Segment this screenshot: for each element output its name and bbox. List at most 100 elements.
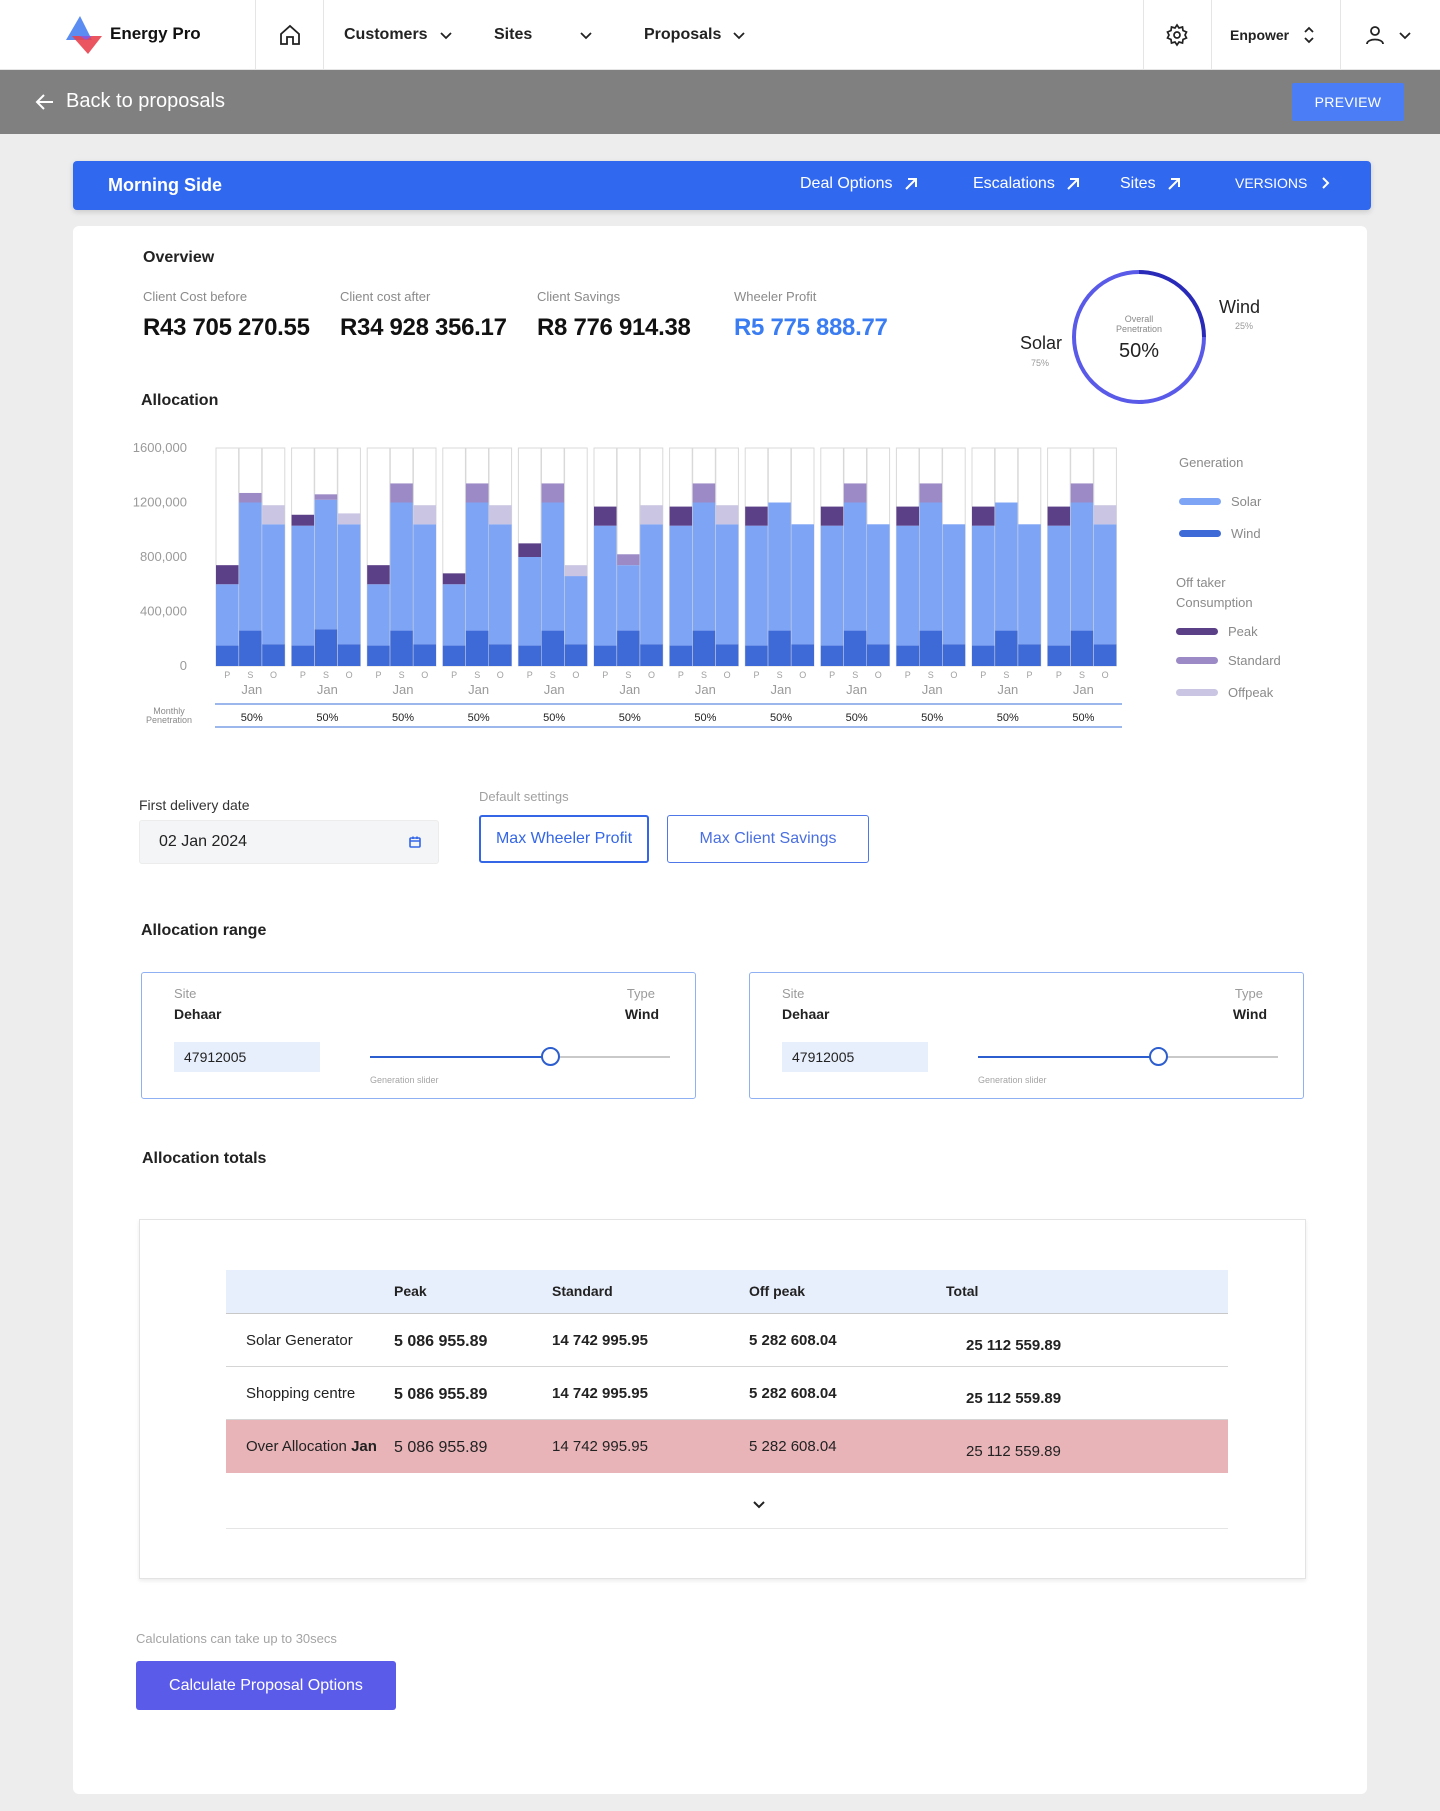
monthly-penetration-value: 50% xyxy=(241,712,263,724)
slider-thumb[interactable] xyxy=(1149,1047,1168,1066)
max-wheeler-profit-button[interactable]: Max Wheeler Profit xyxy=(479,815,649,863)
nav-sites[interactable]: Sites xyxy=(494,23,594,47)
generation-slider[interactable] xyxy=(978,1047,1278,1066)
home-button[interactable] xyxy=(272,20,308,50)
nav-proposals[interactable]: Proposals xyxy=(644,23,747,47)
monthly-penetration-value: 50% xyxy=(543,712,565,724)
calculate-proposal-options-button[interactable]: Calculate Proposal Options xyxy=(136,1661,396,1710)
bar-wind xyxy=(239,630,262,666)
tariff-tick-label: P xyxy=(1056,670,1062,680)
bar-solar xyxy=(768,502,791,631)
legend-label: Offpeak xyxy=(1228,685,1274,700)
bar-wind xyxy=(262,644,285,666)
generation-slider[interactable] xyxy=(370,1047,670,1066)
bar-solar xyxy=(239,502,262,631)
tariff-tick-label: S xyxy=(777,670,783,680)
delivery-date-input[interactable]: 02 Jan 2024 xyxy=(139,820,439,864)
tariff-tick-label: S xyxy=(852,670,858,680)
bar-wind xyxy=(715,644,739,666)
user-menu[interactable] xyxy=(1358,20,1418,50)
cell-total: 25 112 559.89 xyxy=(966,1390,1062,1407)
bar-wind xyxy=(791,644,814,666)
slider-thumb[interactable] xyxy=(541,1047,560,1066)
site-value: Dehaar xyxy=(174,1006,222,1022)
bar-wind xyxy=(518,645,541,666)
table-row[interactable]: Shopping centre 5 086 955.89 14 742 995.… xyxy=(226,1367,1228,1420)
bar-consumption-peak xyxy=(669,506,693,526)
defaults-label: Default settings xyxy=(479,789,569,804)
monthly-penetration-value: 50% xyxy=(694,712,716,724)
month-tick-label: Jan xyxy=(544,682,565,697)
monthly-penetration-value: 50% xyxy=(921,712,943,724)
chevron-down-icon xyxy=(1399,32,1411,40)
bar-consumption-offpeak xyxy=(564,565,588,577)
top-nav: Energy Pro Customers Sites Proposals Enp… xyxy=(0,0,1440,70)
tariff-tick-label: P xyxy=(678,670,684,680)
type-value: Wind xyxy=(1232,1006,1267,1022)
bar-solar xyxy=(489,524,512,645)
kpi-value: R8 776 914.38 xyxy=(537,314,691,341)
bar-wind xyxy=(337,644,361,666)
calendar-icon[interactable] xyxy=(408,835,422,849)
arrow-up-right-icon xyxy=(1067,178,1079,190)
bar-consumption-offpeak xyxy=(489,505,512,525)
max-client-savings-button[interactable]: Max Client Savings xyxy=(667,815,869,863)
generation-input[interactable] xyxy=(782,1042,928,1072)
versions-link[interactable]: VERSIONS xyxy=(1235,175,1333,191)
tariff-tick-label: P xyxy=(829,670,835,680)
bar-consumption-peak xyxy=(820,506,844,526)
bar-consumption-standard xyxy=(390,483,413,503)
bar-wind xyxy=(867,644,890,666)
brand[interactable]: Energy Pro xyxy=(62,14,201,54)
bar-solar xyxy=(216,584,239,646)
col-peak: Peak xyxy=(394,1283,427,1299)
nav-customers[interactable]: Customers xyxy=(344,23,454,47)
expand-table-button[interactable] xyxy=(750,1495,768,1518)
preview-button[interactable]: PREVIEW xyxy=(1292,83,1404,121)
bar-solar xyxy=(262,524,285,645)
bar-consumption-peak xyxy=(291,514,315,526)
bar-consumption-offpeak xyxy=(1093,505,1117,525)
bar-solar xyxy=(942,524,966,645)
donut-solar-label: Solar xyxy=(1020,333,1063,353)
tariff-tick-label: S xyxy=(701,670,707,680)
nav-divider xyxy=(1143,0,1144,70)
bar-solar xyxy=(972,525,995,646)
bar-consumption-peak xyxy=(518,543,541,557)
bar-solar xyxy=(715,524,739,645)
bar-solar xyxy=(919,502,943,631)
legend-label: Peak xyxy=(1228,624,1258,639)
cell-offpeak: 5 282 608.04 xyxy=(749,1385,837,1402)
bar-consumption-offpeak xyxy=(715,505,739,525)
deal-options-link[interactable]: Deal Options xyxy=(800,175,919,193)
user-icon xyxy=(1366,26,1384,45)
sites-link[interactable]: Sites xyxy=(1120,175,1182,193)
month-tick-label: Jan xyxy=(771,682,792,697)
nav-divider xyxy=(1211,0,1212,70)
slider-caption: Generation slider xyxy=(370,1075,439,1085)
tariff-tick-label: P xyxy=(451,670,457,680)
type-value: Wind xyxy=(624,1006,659,1022)
org-switcher[interactable]: Enpower xyxy=(1230,23,1317,47)
kpi-label: Client cost after xyxy=(340,289,431,304)
month-tick-label: Jan xyxy=(393,682,414,697)
escalations-link[interactable]: Escalations xyxy=(973,175,1081,193)
legend-label: Wind xyxy=(1231,526,1261,541)
escalations-label: Escalations xyxy=(973,175,1055,192)
overview-title: Overview xyxy=(143,249,215,266)
month-tick-label: Jan xyxy=(468,682,489,697)
legend-solar: Solar xyxy=(1179,494,1261,509)
tariff-tick-label: P xyxy=(753,670,759,680)
tariff-tick-label: S xyxy=(399,670,405,680)
table-row-over-allocation[interactable]: Over Allocation Jan 5 086 955.89 14 742 … xyxy=(226,1420,1228,1473)
generation-input[interactable] xyxy=(174,1042,320,1072)
settings-button[interactable] xyxy=(1162,20,1192,50)
table-row[interactable]: Solar Generator 5 086 955.89 14 742 995.… xyxy=(226,1314,1228,1367)
legend-offpeak: Offpeak xyxy=(1176,685,1273,700)
bar-wind xyxy=(594,645,617,666)
col-standard: Standard xyxy=(552,1283,613,1299)
bar-wind xyxy=(413,644,436,666)
month-tick-label: Jan xyxy=(922,682,943,697)
back-link[interactable]: Back to proposals xyxy=(34,90,225,113)
legend-label: Standard xyxy=(1228,653,1281,668)
